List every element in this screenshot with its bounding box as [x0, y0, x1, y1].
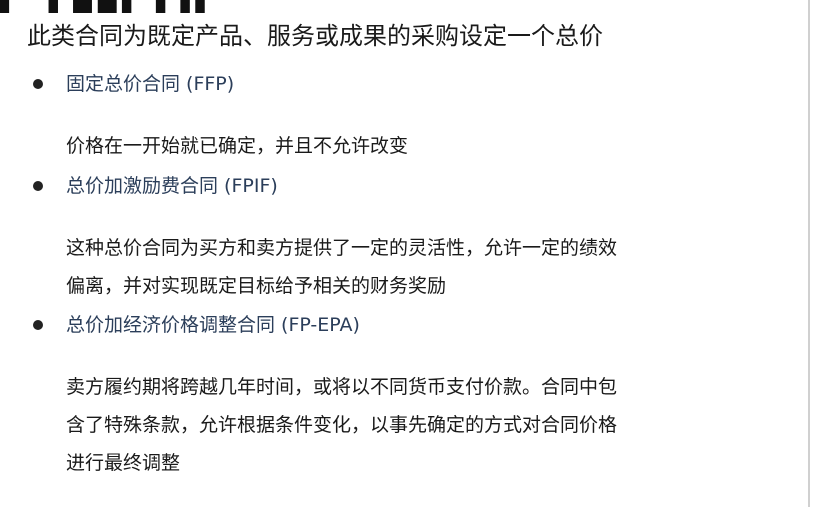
description-line: 偏离，并对实现既定目标给予相关的财务奖励	[66, 275, 447, 297]
contract-type-fpif-description: 这种总价合同为买方和卖方提供了一定的灵活性，允许一定的绩效 偏离，并对实现既定目…	[66, 229, 706, 305]
bullet-icon	[33, 320, 43, 330]
contract-type-ffp-title: 固定总价合同 (FFP)	[66, 73, 235, 95]
description-line: 含了特殊条款，允许根据条件变化，以事先确定的方式对合同价格	[66, 414, 618, 436]
contract-type-fpif-title: 总价加激励费合同 (FPIF)	[66, 175, 278, 197]
cropped-title-fragment: ▌▀▌▄▙▌▐▜▌	[0, 0, 220, 13]
contract-type-ffp-description: 价格在一开始就已确定，并且不允许改变	[66, 127, 706, 165]
description-line: 价格在一开始就已确定，并且不允许改变	[66, 135, 409, 157]
bullet-icon	[33, 181, 43, 191]
contract-type-fp-epa-description: 卖方履约期将跨越几年时间，或将以不同货币支付价款。合同中包 含了特殊条款，允许根…	[66, 368, 706, 482]
slide-heading: 此类合同为既定产品、服务或成果的采购设定一个总价	[27, 22, 603, 50]
description-line: 进行最终调整	[66, 452, 181, 474]
bullet-icon	[33, 79, 43, 89]
description-line: 卖方履约期将跨越几年时间，或将以不同货币支付价款。合同中包	[66, 376, 618, 398]
slide-right-edge	[808, 0, 810, 507]
contract-type-fp-epa-title: 总价加经济价格调整合同 (FP-EPA)	[66, 314, 360, 336]
description-line: 这种总价合同为买方和卖方提供了一定的灵活性，允许一定的绩效	[66, 237, 618, 259]
